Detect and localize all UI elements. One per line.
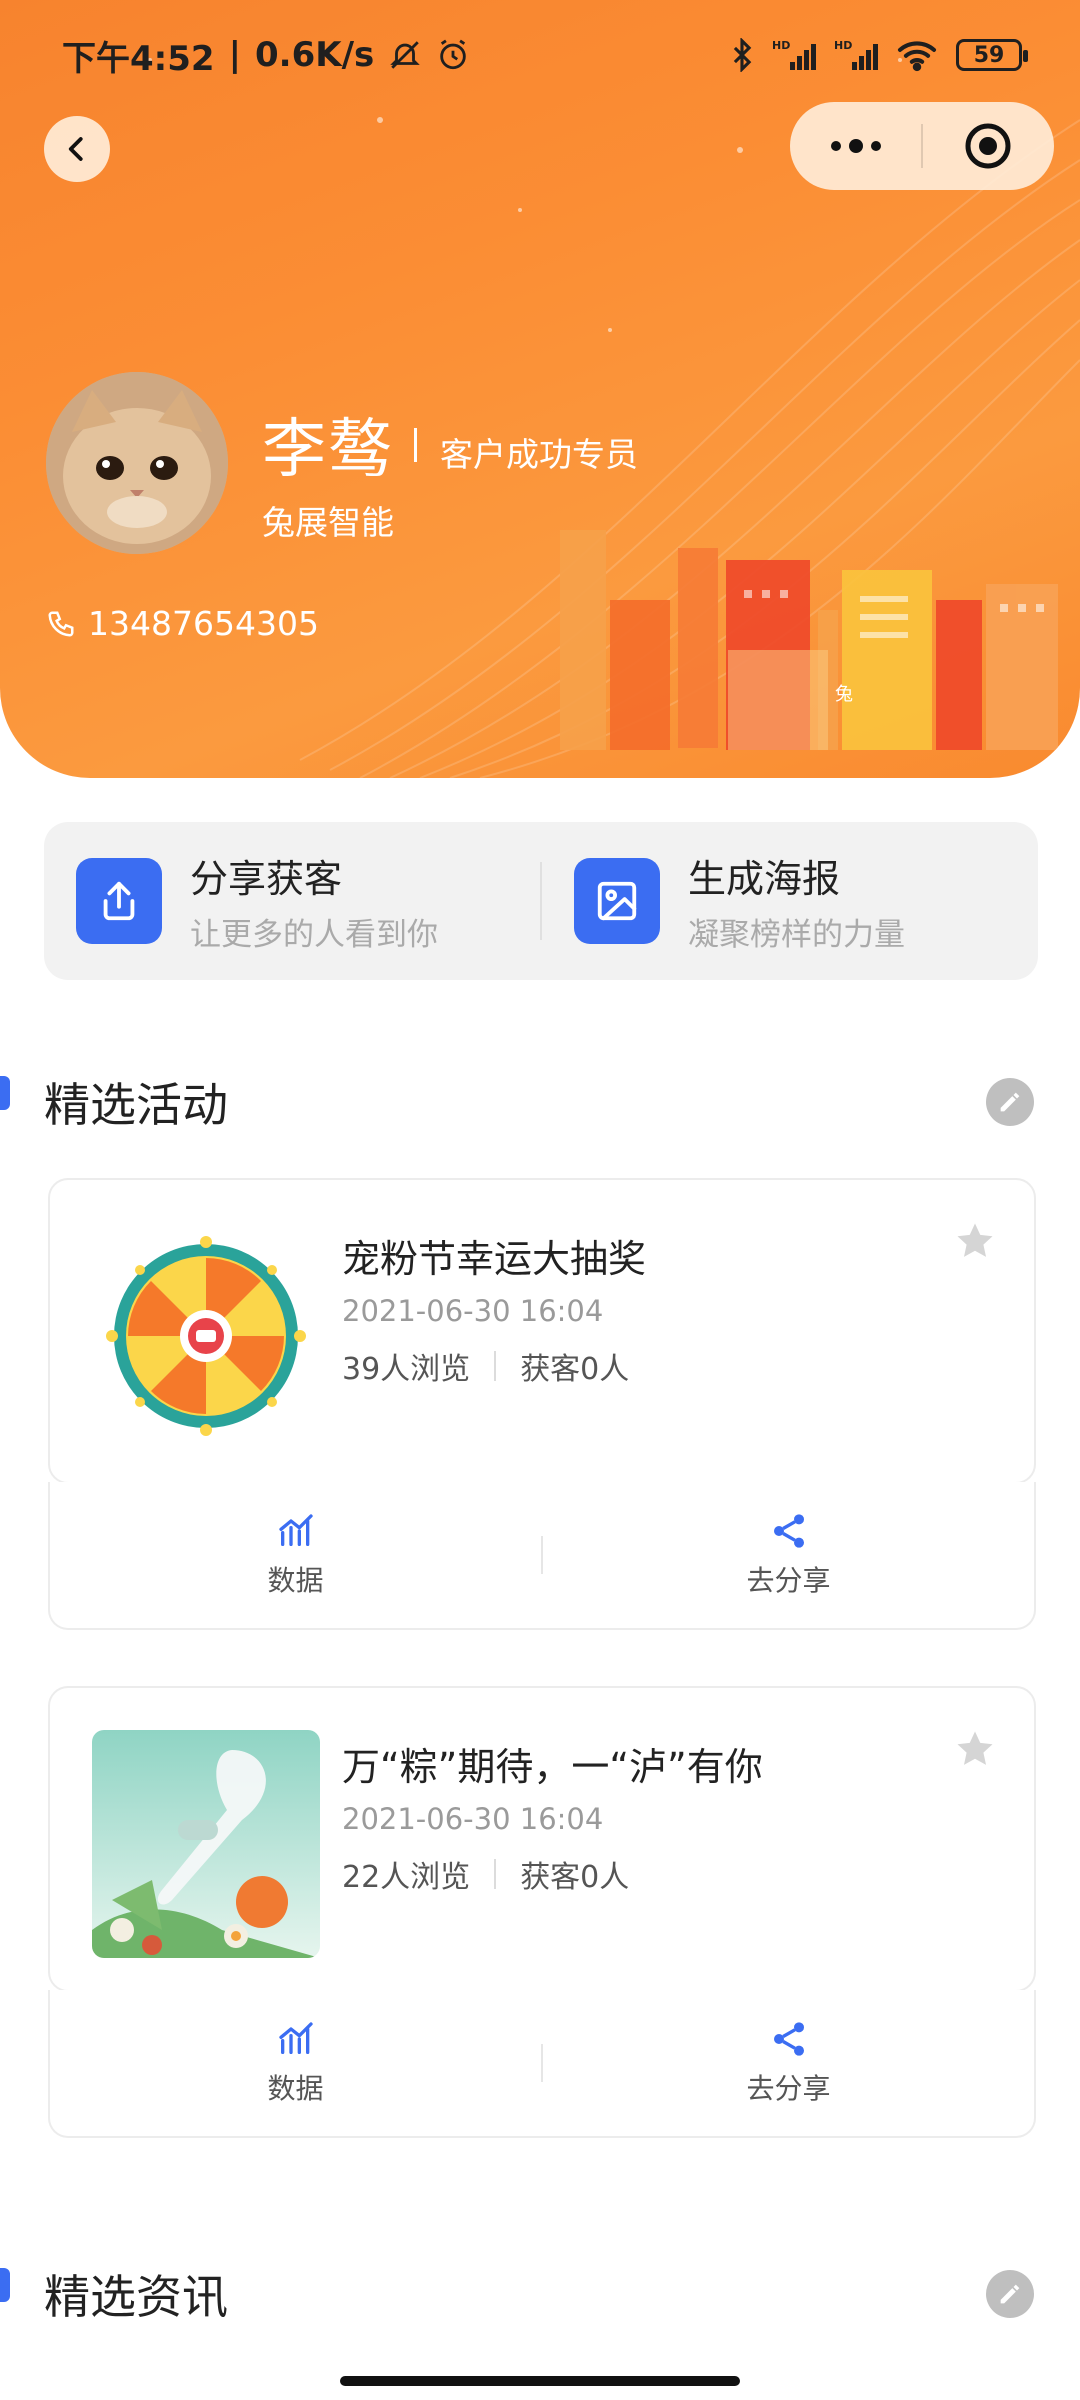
more-button[interactable] (790, 102, 921, 190)
share-icon (773, 1514, 804, 1548)
activity-date: 2021-06-30 16:04 (342, 1802, 604, 1836)
bluetooth-icon (730, 38, 754, 72)
share-customer-subtitle: 让更多的人看到你 (190, 917, 438, 953)
data-label: 数据 (267, 2072, 324, 2105)
phone-text: 13487654305 (88, 604, 319, 643)
activity-stats: 39人浏览 获客0人 (342, 1344, 629, 1388)
activity-card[interactable]: 宠粉节幸运大抽奖 2021-06-30 16:04 39人浏览 获客0人 (48, 1178, 1036, 1484)
section-title: 精选活动 (44, 1078, 228, 1132)
share-button[interactable]: 去分享 (543, 1511, 1034, 1599)
svg-text:HD: HD (834, 39, 852, 52)
quick-actions: 分享获客 让更多的人看到你 生成海报 凝聚榜样的力量 (44, 822, 1038, 980)
activity-thumbnail (92, 1222, 320, 1450)
chart-icon (278, 2022, 313, 2054)
hd-signal-icon: HD (834, 38, 878, 72)
share-customer-button[interactable]: 分享获客 让更多的人看到你 (44, 848, 540, 954)
avatar (46, 372, 228, 554)
section-title: 精选资讯 (44, 2270, 228, 2324)
activity-card-actions: 数据 去分享 (48, 1482, 1036, 1630)
chart-icon (278, 1514, 313, 1546)
home-indicator[interactable] (340, 2376, 740, 2386)
more-dots-icon (830, 139, 881, 153)
wifi-icon (896, 38, 938, 72)
share-upload-icon (76, 858, 162, 944)
chevron-left-icon (68, 137, 83, 161)
activity-thumbnail (92, 1730, 320, 1958)
activity-stats: 22人浏览 获客0人 (342, 1852, 629, 1896)
back-button[interactable] (44, 116, 110, 182)
activity-customers: 获客0人 (520, 1352, 630, 1387)
star-icon[interactable] (954, 1220, 996, 1262)
edit-activities-button[interactable] (986, 1078, 1034, 1126)
data-button[interactable]: 数据 (50, 1511, 541, 1599)
mini-program-capsule (790, 102, 1054, 190)
activity-card-actions: 数据 去分享 (48, 1990, 1036, 2138)
alarm-icon (436, 38, 470, 72)
target-circle-icon (965, 123, 1011, 169)
profile-name: 李骜 (262, 413, 394, 487)
share-customer-title: 分享获客 (190, 857, 343, 901)
activity-views: 39人浏览 (342, 1352, 471, 1387)
phone-number[interactable]: 13487654305 (46, 604, 319, 643)
section-news-header: 精选资讯 (0, 2254, 1080, 2334)
status-bar: 下午4:52 | 0.6K/s HD HD 59 (0, 0, 1080, 110)
activity-customers: 获客0人 (520, 1860, 630, 1895)
share-icon (773, 2022, 804, 2056)
profile-role: 客户成功专员 (440, 435, 638, 474)
activity-views: 22人浏览 (342, 1860, 471, 1895)
activity-title: 万“粽”期待，一“泸”有你 (342, 1745, 763, 1789)
generate-poster-title: 生成海报 (688, 857, 841, 901)
star-icon[interactable] (954, 1728, 996, 1770)
svg-text:兔: 兔 (835, 684, 853, 705)
pencil-icon (1000, 1092, 1020, 1112)
generate-poster-button[interactable]: 生成海报 凝聚榜样的力量 (542, 848, 1038, 954)
activity-date: 2021-06-30 16:04 (342, 1294, 604, 1328)
share-label: 去分享 (746, 1564, 831, 1597)
data-button[interactable]: 数据 (50, 2019, 541, 2107)
profile-header: 兔 下午4:52 | 0.6K/s HD HD 59 李骜 客户成功专员 兔展智… (0, 0, 1080, 778)
data-label: 数据 (267, 1564, 324, 1597)
edit-news-button[interactable] (986, 2270, 1034, 2318)
share-label: 去分享 (746, 2072, 831, 2105)
status-time: 下午4:52 (62, 38, 215, 79)
pencil-icon (1000, 2284, 1020, 2304)
share-button[interactable]: 去分享 (543, 2019, 1034, 2107)
section-activities-header: 精选活动 (0, 1062, 1080, 1142)
profile-company: 兔展智能 (262, 503, 394, 542)
battery-icon: 59 (956, 39, 1028, 71)
kitten-photo (46, 372, 228, 554)
dragon-boat-festival-image (92, 1730, 320, 1958)
close-mini-program-button[interactable] (923, 102, 1054, 190)
activity-card[interactable]: 万“粽”期待，一“泸”有你 2021-06-30 16:04 22人浏览 获客0… (48, 1686, 1036, 1992)
mute-bell-icon (388, 38, 422, 72)
prize-wheel-image (92, 1222, 320, 1450)
activity-title: 宠粉节幸运大抽奖 (342, 1237, 647, 1281)
svg-text:HD: HD (772, 39, 790, 52)
phone-icon (48, 611, 74, 637)
image-icon (574, 858, 660, 944)
hd-signal-icon: HD (772, 38, 816, 72)
network-speed: 0.6K/s (255, 35, 375, 75)
generate-poster-subtitle: 凝聚榜样的力量 (688, 917, 905, 953)
